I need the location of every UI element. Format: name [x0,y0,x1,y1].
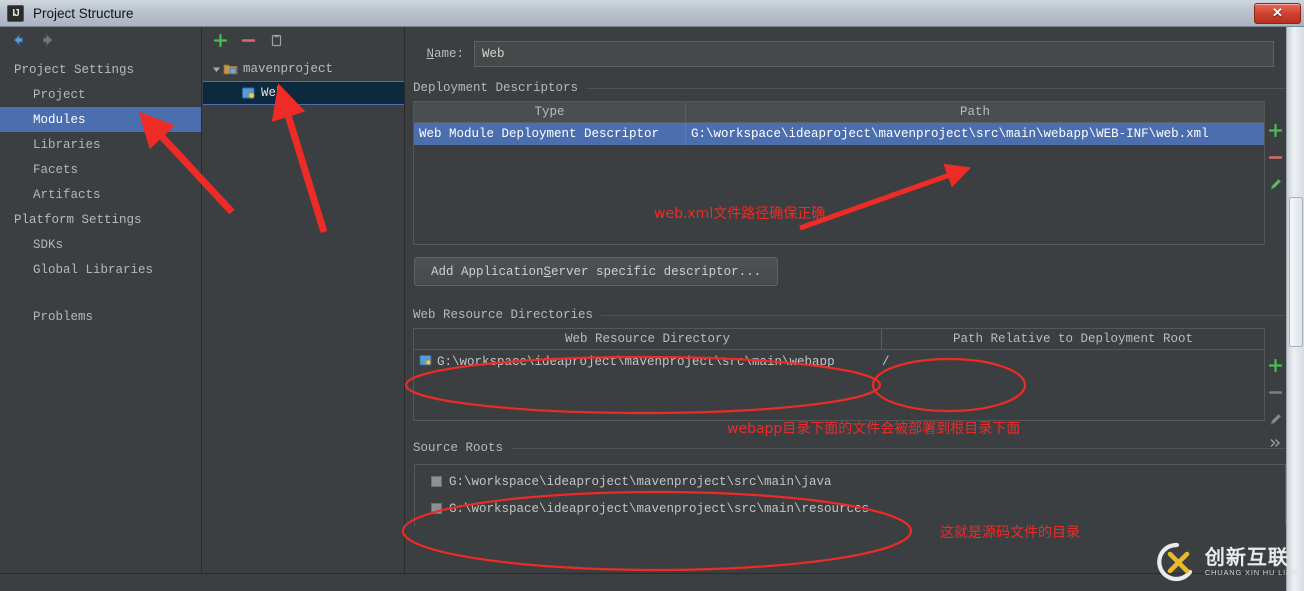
add-app-server-descriptor-button[interactable]: Add Application Server specific descript… [414,257,779,286]
scrollbar-thumb[interactable] [1289,197,1303,347]
add-app-server-descriptor-row: Add Application Server specific descript… [414,257,1286,286]
module-name-label: Name: [426,47,464,61]
sidebar-item-project[interactable]: Project [0,82,201,107]
list-item[interactable]: G:\workspace\ideaproject\mavenproject\sr… [415,468,1285,495]
sidebar-divider [0,282,201,304]
pencil-icon[interactable] [1265,171,1285,198]
section-rule [586,87,1286,89]
title-bar: IJ Project Structure ✕ [0,0,1304,27]
deployment-descriptors-toolbar [1264,117,1286,198]
web-resource-directories-toolbar [1264,352,1286,453]
list-item[interactable]: G:\workspace\ideaproject\mavenproject\sr… [415,495,1285,522]
vertical-scrollbar[interactable] [1286,27,1304,591]
minus-icon[interactable] [241,33,256,48]
tree-node-mavenproject[interactable]: mavenproject [203,57,404,81]
sidebar-item-libraries[interactable]: Libraries [0,132,201,157]
sidebar-item-problems[interactable]: Problems [0,304,201,329]
cell-descriptor-path: G:\workspace\ideaproject\mavenproject\sr… [691,127,1209,141]
module-tree-pane: mavenproject Web [203,27,405,573]
deployment-descriptors-table: Type Path Web Module Deployment Descript… [413,101,1265,245]
module-tree-toolbar [203,27,404,54]
sidebar-item-facets[interactable]: Facets [0,157,201,182]
section-rule [511,447,1286,449]
sidebar-item-modules[interactable]: Modules [0,107,201,132]
cell-web-resource-directory: G:\workspace\ideaproject\mavenproject\sr… [419,354,882,370]
web-resource-directories-title-row: Web Resource Directories [406,308,1286,322]
column-header-path-relative[interactable]: Path Relative to Deployment Root [882,329,1264,349]
watermark-text-cn: 创新互联 [1204,545,1289,569]
plus-icon[interactable] [1265,117,1285,144]
arrow-right-icon [40,32,56,48]
pencil-icon[interactable] [1265,406,1285,433]
web-facet-icon [241,86,256,100]
chevron-double-right-icon[interactable] [1265,433,1285,453]
module-tree-body: mavenproject Web [203,54,404,105]
deployment-descriptors-title: Deployment Descriptors [413,81,579,95]
column-header-web-resource-directory[interactable]: Web Resource Directory [414,329,882,349]
module-name-row: Name: [406,27,1286,67]
sidebar-item-global-libraries[interactable]: Global Libraries [0,257,201,282]
sidebar-group-project-settings: Project Settings [14,62,135,77]
app-icon: IJ [7,4,24,22]
sidebar-item-artifacts[interactable]: Artifacts [0,182,201,207]
source-root-path: G:\workspace\ideaproject\mavenproject\sr… [449,474,832,489]
deployment-descriptors-title-row: Deployment Descriptors [406,81,1286,95]
sidebar-nav-bar [0,27,201,53]
folder-icon [419,354,432,370]
source-roots-list: G:\workspace\ideaproject\mavenproject\sr… [414,464,1286,526]
web-resource-directories-table: Web Resource Directory Path Relative to … [413,328,1265,421]
table-header-row: Web Resource Directory Path Relative to … [414,329,1264,350]
source-root-icon [431,476,442,487]
cell-relative-path: / [882,355,890,369]
table-header-row: Type Path [414,102,1264,123]
tree-node-label: mavenproject [243,62,334,76]
watermark-text: 创新互联 CHUANG XIN HU LIAN [1204,545,1298,578]
web-resource-directories-title: Web Resource Directories [413,308,594,322]
plus-icon[interactable] [1265,352,1285,379]
source-roots-title-row: Source Roots [406,441,1286,455]
module-folder-icon [223,62,238,76]
source-root-icon [431,503,442,514]
table-row[interactable]: G:\workspace\ideaproject\mavenproject\sr… [414,350,1264,374]
source-roots-title: Source Roots [413,441,504,455]
web-resource-directory-path: G:\workspace\ideaproject\mavenproject\sr… [437,355,835,369]
arrow-left-icon[interactable] [10,32,26,48]
column-header-path[interactable]: Path [686,102,1264,122]
watermark-text-en: CHUANG XIN HU LIAN [1204,568,1298,577]
settings-sidebar: Project Settings Project Modules Librari… [0,27,202,573]
module-settings-panel: Name: Deployment Descriptors Type Path W… [406,27,1286,573]
watermark-logo-icon [1156,541,1198,583]
dialog-body: Project Settings Project Modules Librari… [0,27,1304,591]
minus-icon[interactable] [1265,144,1285,171]
cell-descriptor-type: Web Module Deployment Descriptor [414,123,686,145]
close-icon[interactable]: ✕ [1254,2,1301,24]
tree-node-web[interactable]: Web [203,81,404,105]
sidebar-item-sdks[interactable]: SDKs [0,232,201,257]
module-name-input[interactable] [474,41,1274,67]
source-root-path: G:\workspace\ideaproject\mavenproject\sr… [449,501,870,516]
minus-icon[interactable] [1265,379,1285,406]
column-header-type[interactable]: Type [414,102,686,122]
plus-icon[interactable] [213,33,228,48]
sidebar-list: Project Settings Project Modules Librari… [0,57,201,329]
dialog-footer [0,573,1286,591]
chevron-down-icon[interactable] [209,65,223,74]
table-empty-area [414,145,1264,244]
project-structure-dialog: IJ Project Structure ✕ Project Settings … [0,0,1304,591]
watermark: 创新互联 CHUANG XIN HU LIAN [1156,541,1298,583]
copy-icon[interactable] [269,33,284,48]
table-row[interactable]: Web Module Deployment Descriptor G:\work… [414,123,1264,145]
window-title: Project Structure [33,5,134,21]
section-rule [601,314,1286,316]
sidebar-group-platform-settings: Platform Settings [14,212,142,227]
tree-node-label: Web [261,86,284,100]
